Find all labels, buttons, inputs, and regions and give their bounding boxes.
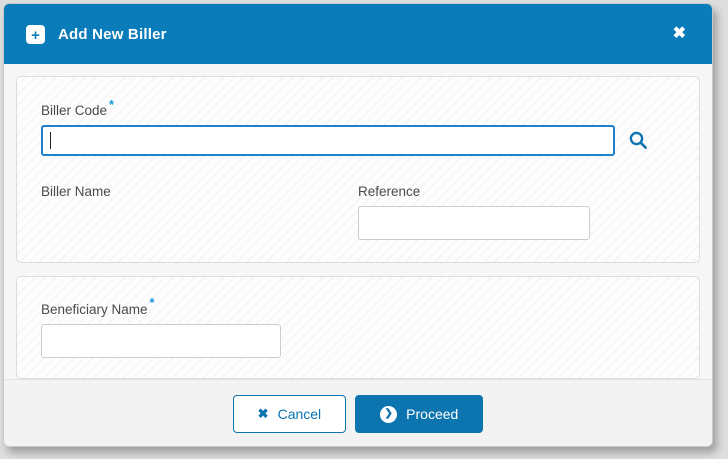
required-asterisk: * [150,295,155,310]
modal-body: Biller Code* Biller Name [4,64,712,379]
beneficiary-name-label: Beneficiary Name [41,302,148,317]
proceed-chevron-icon: ❯ [380,406,397,423]
biller-name-column: Biller Name [41,183,358,240]
reference-input[interactable] [358,206,590,240]
search-icon[interactable] [628,130,649,151]
proceed-button-label: Proceed [406,406,458,422]
cancel-button[interactable]: ✖ Cancel [233,395,347,433]
add-new-biller-modal: + Add New Biller ✖ Biller Code* [3,3,713,447]
biller-code-label: Biller Code [41,103,107,118]
biller-code-input[interactable] [41,125,615,156]
text-caret [50,132,51,149]
biller-name-label: Biller Name [41,184,111,199]
biller-panel: Biller Code* Biller Name [16,76,700,263]
beneficiary-panel: Beneficiary Name* [16,276,700,378]
modal-title: Add New Biller [58,26,167,43]
modal-header: + Add New Biller ✖ [4,4,712,64]
plus-square-icon: + [26,25,45,44]
proceed-button[interactable]: ❯ Proceed [355,395,483,433]
reference-column: Reference [358,183,675,240]
beneficiary-name-input[interactable] [41,324,281,358]
close-icon[interactable]: ✖ [669,22,690,46]
required-asterisk: * [109,97,114,112]
reference-label: Reference [358,184,420,199]
cancel-button-label: Cancel [278,406,322,422]
modal-footer: ✖ Cancel ❯ Proceed [4,379,712,447]
cancel-x-icon: ✖ [258,406,269,422]
